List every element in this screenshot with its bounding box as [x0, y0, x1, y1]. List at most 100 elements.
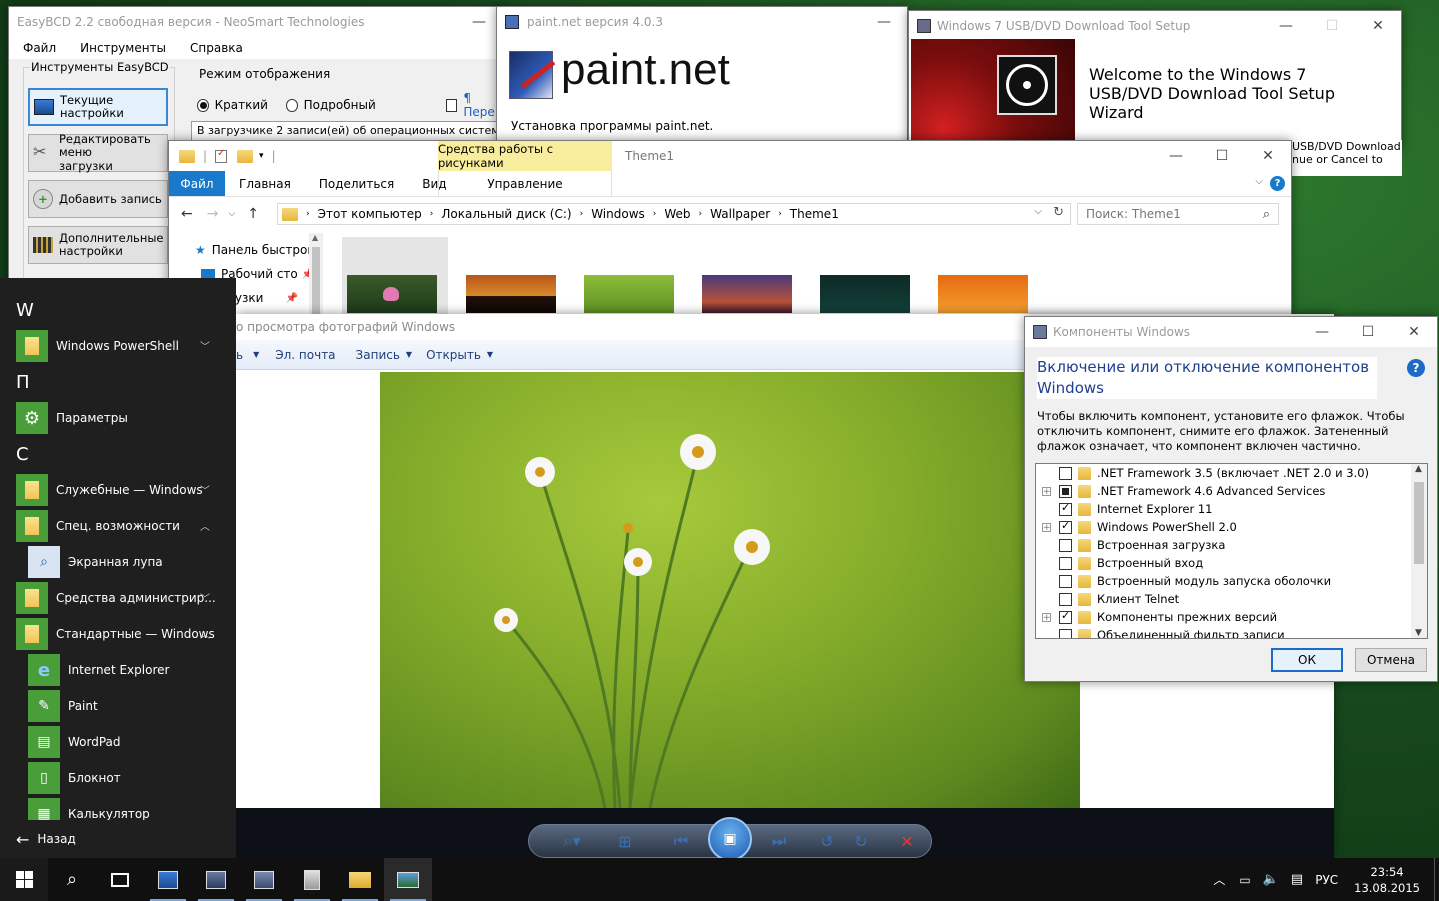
close-button[interactable]: ✕: [1245, 141, 1291, 171]
maximize-button[interactable]: ☐: [1199, 141, 1245, 171]
action-center-icon[interactable]: ▤: [1291, 872, 1303, 887]
feature-row[interactable]: Встроенный модуль запуска оболочки: [1036, 572, 1427, 590]
add-entry-button[interactable]: + Добавить запись: [28, 180, 168, 218]
feature-checkbox[interactable]: [1059, 556, 1072, 570]
feature-checkbox[interactable]: [1059, 501, 1072, 516]
start-app-item[interactable]: ⌕ Экранная лупа: [0, 544, 236, 580]
search-input[interactable]: Поиск: Theme1: [1086, 207, 1263, 221]
feature-checkbox[interactable]: [1059, 592, 1072, 606]
actual-size-icon[interactable]: ⊞: [610, 831, 640, 851]
expand-icon[interactable]: +: [1042, 486, 1051, 496]
clock[interactable]: 23:54 13.08.2015: [1354, 864, 1420, 896]
start-button[interactable]: [0, 858, 48, 901]
menu-email[interactable]: Эл. почта: [275, 348, 335, 362]
network-icon[interactable]: ▭: [1239, 873, 1250, 887]
explorer-titlebar[interactable]: | ✓ ▾ | Средства работы с рисунками Them…: [169, 141, 1291, 171]
feature-checkbox[interactable]: [1059, 609, 1072, 624]
nav-quick-access[interactable]: ★ Панель быстрого: [195, 243, 321, 257]
start-folder-item[interactable]: Windows PowerShell ﹀: [0, 328, 236, 364]
wallpaper-thumbnail-lotus[interactable]: [347, 275, 437, 313]
search-box[interactable]: Поиск: Theme1 ⌕: [1077, 203, 1279, 225]
feature-row[interactable]: + Windows PowerShell 2.0: [1036, 518, 1427, 536]
expand-icon[interactable]: +: [1042, 612, 1051, 622]
minimize-button[interactable]: —: [1263, 11, 1309, 41]
start-letter-header[interactable]: С: [0, 436, 236, 472]
start-folder-item[interactable]: Средства администрир... ﹀: [0, 580, 236, 616]
rotate-right-icon[interactable]: ↻: [846, 831, 876, 851]
taskbar-setup[interactable]: [192, 858, 240, 901]
breadcrumb-this-pc[interactable]: Этот компьютер: [318, 207, 422, 221]
feature-row[interactable]: Встроенный вход: [1036, 554, 1427, 572]
next-icon[interactable]: ⏭: [762, 831, 796, 851]
customize-quick-access-icon[interactable]: ▾: [259, 151, 264, 161]
close-button[interactable]: ✕: [1355, 11, 1401, 41]
tab-share[interactable]: Поделиться: [305, 171, 408, 196]
breadcrumb-windows[interactable]: Windows: [591, 207, 645, 221]
features-list[interactable]: .NET Framework 3.5 (включает .NET 2.0 и …: [1035, 463, 1428, 639]
expand-icon[interactable]: +: [1042, 522, 1051, 532]
zoom-icon[interactable]: ⌕▾: [554, 831, 590, 851]
help-icon[interactable]: ?: [1407, 359, 1425, 377]
wallpaper-thumbnail-dusk[interactable]: [702, 275, 792, 313]
chevron-down-icon[interactable]: ﹀: [200, 590, 210, 605]
edit-boot-menu-button[interactable]: ✂ Редактировать меню загрузки: [28, 133, 168, 172]
current-settings-button[interactable]: Текущие настройки: [28, 88, 168, 126]
start-app-item[interactable]: ▦ Калькулятор: [0, 796, 236, 820]
rotate-left-icon[interactable]: ↺: [812, 831, 842, 851]
show-desktop-button[interactable]: [1434, 858, 1439, 901]
feature-checkbox[interactable]: [1059, 466, 1072, 480]
easybcd-titlebar[interactable]: EasyBCD 2.2 свободная версия - NeoSmart …: [9, 7, 502, 37]
start-letter-header[interactable]: W: [0, 292, 236, 328]
delete-icon[interactable]: ✕: [892, 831, 922, 851]
cancel-button[interactable]: Отмена: [1355, 648, 1427, 672]
recent-locations-icon[interactable]: ⌵: [228, 209, 235, 219]
menu-burn[interactable]: Запись: [356, 348, 400, 362]
chevron-up-icon[interactable]: ︿: [200, 626, 210, 641]
search-button[interactable]: ⌕: [48, 858, 96, 901]
menu-help[interactable]: Справка: [190, 41, 243, 55]
wallpaper-thumbnail-sunset-city[interactable]: [466, 275, 556, 313]
tab-home[interactable]: Главная: [225, 171, 305, 196]
pin-icon[interactable]: 📌: [285, 293, 297, 304]
menu-file[interactable]: Файл: [23, 41, 56, 55]
menu-open[interactable]: Открыть: [426, 348, 481, 362]
new-folder-icon[interactable]: [237, 149, 254, 163]
feature-checkbox[interactable]: [1059, 574, 1072, 588]
refresh-icon[interactable]: ↻: [1053, 205, 1064, 220]
wallpaper-thumbnail-orange[interactable]: [938, 275, 1028, 313]
breadcrumb-local-disk[interactable]: Локальный диск (C:): [441, 207, 571, 221]
start-folder-item[interactable]: Стандартные — Windows ︿: [0, 616, 236, 652]
start-folder-item[interactable]: Служебные — Windows ﹀: [0, 472, 236, 508]
forward-arrow-icon[interactable]: →: [207, 206, 219, 222]
input-language[interactable]: РУС: [1315, 873, 1338, 887]
properties-icon[interactable]: ✓: [215, 148, 228, 163]
breadcrumb-web[interactable]: Web: [664, 207, 690, 221]
minimize-button[interactable]: —: [861, 7, 907, 37]
show-hidden-icons[interactable]: ︿: [1213, 871, 1225, 888]
feature-row[interactable]: Клиент Telnet: [1036, 590, 1427, 608]
breadcrumb-theme1[interactable]: Theme1: [790, 207, 839, 221]
feature-row[interactable]: Объединенный фильтр записи: [1036, 626, 1427, 638]
task-view-button[interactable]: [96, 858, 144, 901]
start-letter-header[interactable]: П: [0, 364, 236, 400]
view-extra-checkbox[interactable]: [445, 98, 458, 112]
feature-row[interactable]: + Компоненты прежних версий: [1036, 608, 1427, 626]
taskbar-installer[interactable]: [288, 858, 336, 901]
start-app-item[interactable]: e Internet Explorer: [0, 652, 236, 688]
minimize-button[interactable]: —: [1299, 317, 1345, 347]
menu-tools[interactable]: Инструменты: [80, 41, 166, 55]
windows-features-window[interactable]: Компоненты Windows — ☐ ✕ Включение или о…: [1024, 316, 1438, 682]
view-detailed-radio[interactable]: [285, 98, 298, 112]
previous-icon[interactable]: ⏮: [664, 831, 698, 851]
start-app-item[interactable]: ▤ WordPad: [0, 724, 236, 760]
taskbar-photo-viewer[interactable]: [384, 858, 432, 901]
paintnet-titlebar[interactable]: paint.net версия 4.0.3 —: [497, 7, 907, 37]
ribbon-expand-icon[interactable]: ⌵: [1255, 176, 1263, 187]
address-dropdown-icon[interactable]: ⌵: [1034, 206, 1042, 217]
help-icon[interactable]: ?: [1270, 176, 1285, 191]
nav-scrollbar[interactable]: ▲: [309, 233, 323, 315]
start-app-item[interactable]: ⚙ Параметры: [0, 400, 236, 436]
maximize-button[interactable]: ☐: [1345, 317, 1391, 347]
start-app-item[interactable]: ✎ Paint: [0, 688, 236, 724]
feature-row[interactable]: + .NET Framework 4.6 Advanced Services: [1036, 482, 1427, 500]
